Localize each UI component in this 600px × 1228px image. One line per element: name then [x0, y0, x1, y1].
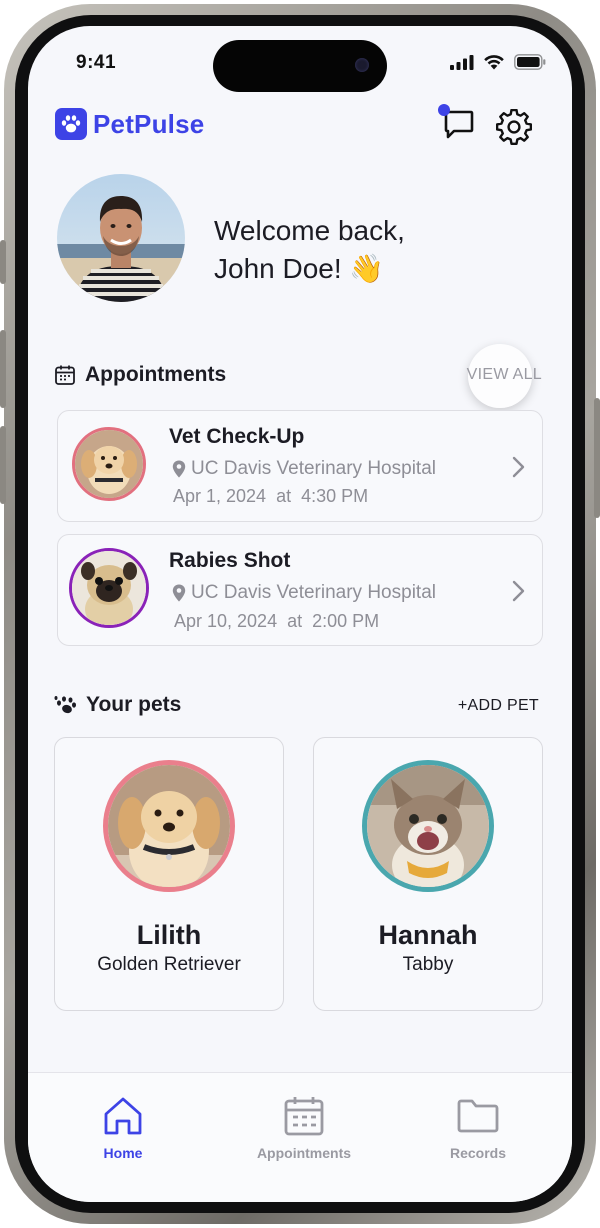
welcome-line-2: John Doe! 👋	[214, 253, 385, 284]
appointment-at: at	[287, 611, 303, 631]
calendar-icon	[284, 1097, 324, 1136]
appointments-heading: Appointments	[54, 363, 226, 387]
paw-logo-icon	[55, 108, 87, 140]
add-pet-button[interactable]: +ADD PET	[458, 697, 539, 715]
appointment-card[interactable]: Rabies Shot UC Davis Veterinary Hospital…	[57, 534, 543, 646]
app-screen: 9:41 PetPulse Welcome back, John Doe! 👋 …	[28, 26, 572, 1202]
appointments-title: Appointments	[85, 363, 227, 386]
appointment-location-text: UC Davis Veterinary Hospital	[191, 458, 436, 479]
appointment-at: at	[276, 486, 292, 506]
welcome-line-1: Welcome back,	[214, 215, 405, 246]
app-logo[interactable]: PetPulse	[55, 108, 204, 140]
appointment-date: Apr 1, 2024	[173, 486, 267, 506]
pet-photo	[103, 760, 235, 892]
tab-home-label: Home	[103, 1145, 143, 1161]
pet-card[interactable]: Hannah Tabby	[313, 737, 543, 1011]
appointment-time: 2:00 PM	[312, 611, 380, 631]
wifi-icon	[484, 55, 504, 70]
pets-title: Your pets	[86, 693, 182, 716]
tab-home[interactable]: Home	[58, 1095, 188, 1161]
paw-print-icon	[54, 696, 76, 714]
view-all-button[interactable]: VIEW ALL	[467, 366, 542, 384]
pet-name: Lilith	[136, 920, 202, 950]
pets-heading: Your pets	[53, 693, 181, 717]
camera-icon	[355, 58, 369, 72]
appointment-title: Rabies Shot	[169, 549, 291, 572]
pet-photo	[362, 760, 494, 892]
folder-icon	[457, 1099, 499, 1133]
tab-appointments[interactable]: Appointments	[239, 1095, 369, 1161]
appointment-location-text: UC Davis Veterinary Hospital	[191, 582, 436, 603]
chevron-right-icon[interactable]	[508, 455, 528, 479]
appointment-pet-photo	[72, 427, 146, 501]
battery-icon	[514, 54, 546, 70]
status-time: 9:41	[76, 52, 117, 73]
home-icon	[104, 1097, 142, 1135]
appointment-title: Vet Check-Up	[169, 425, 305, 448]
appointment-time: 4:30 PM	[301, 486, 369, 506]
appointment-datetime: Apr 1, 2024 at 4:30 PM	[173, 486, 368, 507]
pet-breed: Golden Retriever	[97, 954, 241, 975]
location-pin-icon	[172, 584, 186, 602]
chevron-right-icon[interactable]	[508, 579, 528, 603]
cellular-signal-icon	[450, 55, 474, 70]
app-name: PetPulse	[93, 108, 205, 139]
pet-breed: Tabby	[402, 954, 454, 975]
tab-appointments-label: Appointments	[256, 1145, 352, 1161]
settings-gear-icon[interactable]	[496, 109, 532, 145]
appointment-pet-photo	[69, 548, 149, 628]
location-pin-icon	[172, 460, 186, 478]
appointment-location: UC Davis Veterinary Hospital	[172, 458, 436, 480]
dynamic-island	[213, 40, 387, 92]
action-button	[0, 240, 6, 284]
notification-dot	[438, 104, 450, 116]
appointment-datetime: Apr 10, 2024 at 2:00 PM	[174, 611, 379, 632]
bottom-tab-bar: Home Appointments Records	[28, 1072, 572, 1202]
user-avatar[interactable]	[57, 174, 185, 302]
pet-name: Hannah	[378, 920, 478, 950]
welcome-message: Welcome back, John Doe! 👋	[214, 212, 405, 288]
tab-records[interactable]: Records	[413, 1095, 543, 1161]
status-icons	[450, 54, 546, 70]
appointment-date: Apr 10, 2024	[174, 611, 278, 631]
appointment-location: UC Davis Veterinary Hospital	[172, 582, 436, 604]
power-button	[594, 398, 600, 518]
tab-records-label: Records	[449, 1145, 507, 1161]
volume-down-button	[0, 426, 6, 504]
appointment-card[interactable]: Vet Check-Up UC Davis Veterinary Hospita…	[57, 410, 543, 522]
volume-up-button	[0, 330, 6, 408]
pet-card[interactable]: Lilith Golden Retriever	[54, 737, 284, 1011]
calendar-icon	[55, 365, 75, 385]
